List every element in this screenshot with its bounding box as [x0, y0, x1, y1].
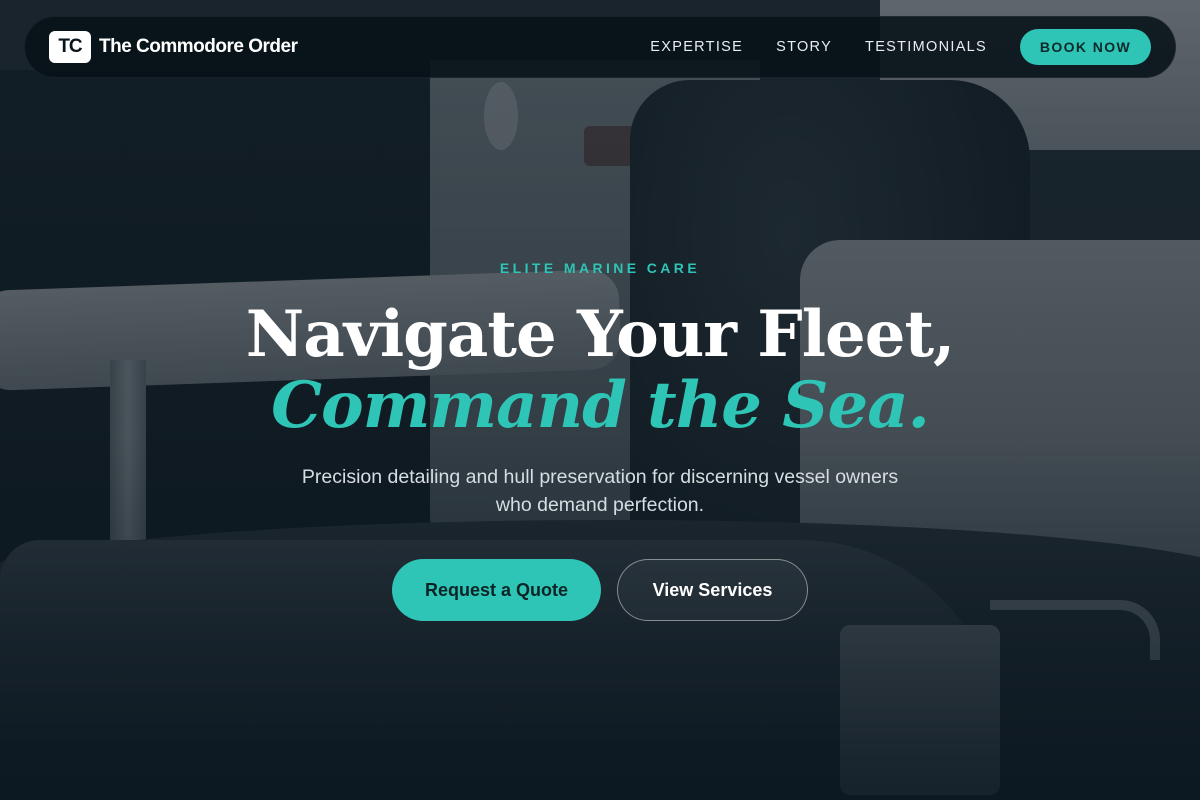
hero-eyebrow: ELITE MARINE CARE [499, 260, 701, 276]
hero-subtext-line1: Precision detailing and hull preservatio… [301, 466, 899, 488]
hero-subtext-line2: who demand perfection. [495, 494, 705, 516]
hero-cta-row: Request a Quote View Services [0, 559, 1200, 621]
hero-subtext: Precision detailing and hull preservatio… [270, 463, 930, 519]
hero-section: ELITE MARINE CARE Navigate Your Fleet, C… [0, 0, 1200, 800]
hero-headline-line2: Command the Sea. [271, 368, 930, 443]
view-services-button[interactable]: View Services [617, 559, 808, 621]
request-quote-button[interactable]: Request a Quote [392, 559, 601, 621]
